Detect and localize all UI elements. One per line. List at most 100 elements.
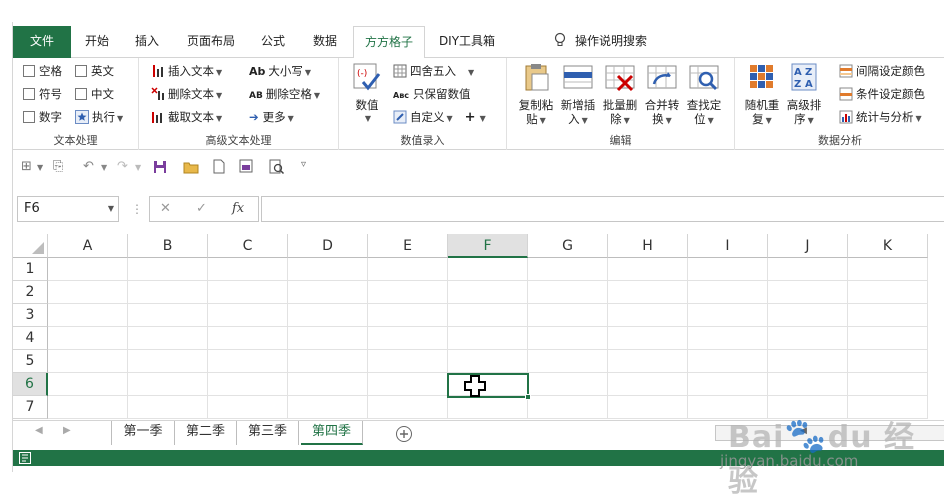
select-all-corner[interactable] bbox=[13, 234, 48, 258]
tab-page-layout[interactable]: 页面布局 bbox=[181, 26, 241, 58]
cell-g1[interactable] bbox=[528, 258, 608, 281]
redo-icon[interactable]: ↷ bbox=[117, 159, 128, 174]
chevron-down-icon[interactable]: ▼ bbox=[101, 163, 107, 172]
sheet-tab-q4[interactable]: 第四季 bbox=[301, 421, 363, 445]
conditional-color-button[interactable]: 条件设定颜色 bbox=[839, 85, 925, 103]
check-chinese[interactable]: 中文 bbox=[75, 85, 114, 103]
cell-i6[interactable] bbox=[688, 373, 768, 396]
cell-d6[interactable] bbox=[288, 373, 368, 396]
cell-h5[interactable] bbox=[608, 350, 688, 373]
checkbox[interactable] bbox=[23, 111, 35, 123]
checkbox[interactable] bbox=[23, 88, 35, 100]
cell-g4[interactable] bbox=[528, 327, 608, 350]
column-header-d[interactable]: D bbox=[288, 234, 368, 258]
checkbox[interactable] bbox=[75, 65, 87, 77]
new-file-icon[interactable] bbox=[213, 159, 225, 174]
cell-f7[interactable] bbox=[448, 396, 528, 419]
formula-input[interactable] bbox=[261, 196, 944, 222]
confirm-icon[interactable]: ✓ bbox=[196, 201, 207, 216]
round-button[interactable]: 四舍五入 ▼ bbox=[393, 62, 474, 80]
delete-text-button[interactable]: 删除文本 ▼ bbox=[151, 85, 222, 103]
checkbox[interactable] bbox=[23, 65, 35, 77]
cell-g5[interactable] bbox=[528, 350, 608, 373]
cell-d1[interactable] bbox=[288, 258, 368, 281]
cell-d3[interactable] bbox=[288, 304, 368, 327]
cell-a3[interactable] bbox=[48, 304, 128, 327]
column-header-e[interactable]: E bbox=[368, 234, 448, 258]
name-box[interactable]: F6 ▼ bbox=[17, 196, 119, 222]
tab-data[interactable]: 数据 bbox=[305, 26, 345, 58]
keep-values-button[interactable]: Aвc 只保留数值 bbox=[393, 85, 471, 103]
active-cell-f6[interactable] bbox=[447, 373, 531, 400]
sheet-tab-q3[interactable]: 第三季 bbox=[237, 421, 299, 445]
column-header-g[interactable]: G bbox=[528, 234, 608, 258]
cell-k4[interactable] bbox=[848, 327, 928, 350]
cell-a7[interactable] bbox=[48, 396, 128, 419]
cell-b7[interactable] bbox=[128, 396, 208, 419]
merge-convert-button[interactable]: 合并转 换 ▼ bbox=[641, 62, 683, 128]
case-button[interactable]: Ab 大小写 ▼ bbox=[249, 62, 311, 80]
row-header-4[interactable]: 4 bbox=[13, 327, 48, 350]
chevron-down-icon[interactable]: ▼ bbox=[108, 197, 114, 221]
cell-i4[interactable] bbox=[688, 327, 768, 350]
cell-c1[interactable] bbox=[208, 258, 288, 281]
cell-a6[interactable] bbox=[48, 373, 128, 396]
cell-j4[interactable] bbox=[768, 327, 848, 350]
column-header-b[interactable]: B bbox=[128, 234, 208, 258]
cell-e3[interactable] bbox=[368, 304, 448, 327]
delete-space-button[interactable]: AB 删除空格 ▼ bbox=[249, 85, 320, 103]
cell-g7[interactable] bbox=[528, 396, 608, 419]
tab-insert[interactable]: 插入 bbox=[127, 26, 167, 58]
cell-a1[interactable] bbox=[48, 258, 128, 281]
execute-button[interactable]: 执行 ▼ bbox=[75, 108, 123, 126]
cell-f3[interactable] bbox=[448, 304, 528, 327]
cell-j2[interactable] bbox=[768, 281, 848, 304]
print-preview-icon[interactable] bbox=[269, 159, 285, 175]
cell-d5[interactable] bbox=[288, 350, 368, 373]
row-header-3[interactable]: 3 bbox=[13, 304, 48, 327]
cell-i3[interactable] bbox=[688, 304, 768, 327]
sheet-tab-q1[interactable]: 第一季 bbox=[111, 421, 175, 445]
extract-text-button[interactable]: 截取文本 ▼ bbox=[151, 108, 222, 126]
cell-e4[interactable] bbox=[368, 327, 448, 350]
check-english[interactable]: 英文 bbox=[75, 62, 114, 80]
row-header-1[interactable]: 1 bbox=[13, 258, 48, 281]
copy-paste-button[interactable]: 复制粘 贴 ▼ bbox=[515, 62, 557, 128]
add-insert-button[interactable]: 新增插 入 ▼ bbox=[557, 62, 599, 128]
column-header-k[interactable]: K bbox=[848, 234, 928, 258]
advanced-sort-button[interactable]: AZZA 高级排 序 ▼ bbox=[783, 62, 825, 128]
cell-a2[interactable] bbox=[48, 281, 128, 304]
cell-k3[interactable] bbox=[848, 304, 928, 327]
interval-color-button[interactable]: 间隔设定颜色 bbox=[839, 62, 925, 80]
cell-f5[interactable] bbox=[448, 350, 528, 373]
column-header-f[interactable]: F bbox=[448, 234, 528, 258]
stats-analysis-button[interactable]: 统计与分析 ▼ bbox=[839, 108, 922, 126]
column-header-h[interactable]: H bbox=[608, 234, 688, 258]
cell-c7[interactable] bbox=[208, 396, 288, 419]
cell-c4[interactable] bbox=[208, 327, 288, 350]
cell-g2[interactable] bbox=[528, 281, 608, 304]
open-folder-icon[interactable] bbox=[183, 160, 199, 174]
scroll-right-icon[interactable]: ▶ bbox=[63, 425, 71, 436]
tab-file[interactable]: 文件 bbox=[13, 26, 71, 58]
cell-b2[interactable] bbox=[128, 281, 208, 304]
add-sheet-icon[interactable] bbox=[395, 425, 413, 443]
cell-g3[interactable] bbox=[528, 304, 608, 327]
column-header-i[interactable]: I bbox=[688, 234, 768, 258]
cell-j6[interactable] bbox=[768, 373, 848, 396]
cell-g6[interactable] bbox=[528, 373, 608, 396]
check-number[interactable]: 数字 bbox=[23, 108, 62, 126]
column-header-a[interactable]: A bbox=[48, 234, 128, 258]
cell-d7[interactable] bbox=[288, 396, 368, 419]
checkbox[interactable] bbox=[75, 88, 87, 100]
check-space[interactable]: 空格 bbox=[23, 62, 62, 80]
numeric-big-button[interactable]: (-) 数值 ▼ bbox=[347, 62, 387, 126]
cell-i5[interactable] bbox=[688, 350, 768, 373]
cell-i2[interactable] bbox=[688, 281, 768, 304]
column-header-j[interactable]: J bbox=[768, 234, 848, 258]
cell-e5[interactable] bbox=[368, 350, 448, 373]
cell-f4[interactable] bbox=[448, 327, 528, 350]
cell-k6[interactable] bbox=[848, 373, 928, 396]
fill-handle[interactable] bbox=[525, 394, 531, 400]
cell-e7[interactable] bbox=[368, 396, 448, 419]
